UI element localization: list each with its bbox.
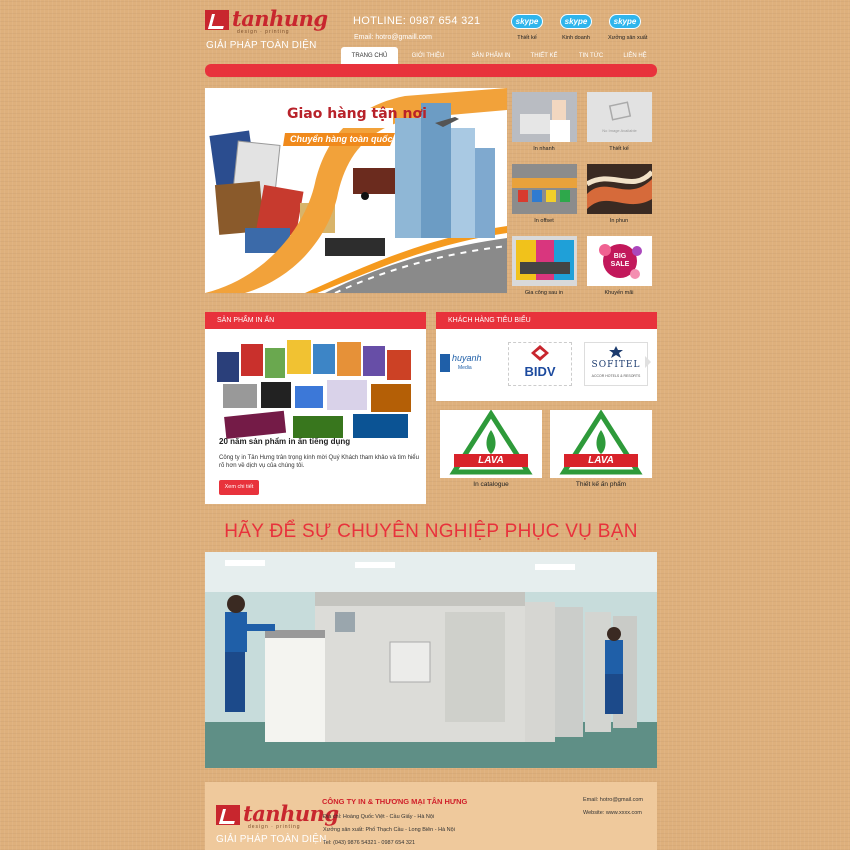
banner-headline: Giao hàng tận nơi	[287, 106, 427, 122]
logo-subtitle: design · printing	[237, 29, 290, 35]
footer-address: Địa chỉ: Hoàng Quốc Việt - Cầu Giấy - Hà…	[323, 814, 435, 820]
lava-logo-icon	[559, 409, 643, 475]
footer-email[interactable]: Email: hotro@gmail.com	[583, 797, 643, 803]
big-sale-text: BIG SALE	[610, 253, 630, 268]
printing-press-illustration	[205, 552, 657, 768]
slogan: GIẢI PHÁP TOÀN DIỆN	[206, 40, 317, 51]
skype-label: Kinh doanh	[562, 35, 590, 41]
logo-mark-icon	[205, 10, 229, 30]
skype-icon: skype	[609, 14, 641, 29]
skype-icon: skype	[511, 14, 543, 29]
factory-photo	[205, 552, 657, 768]
clients-next-arrow-icon[interactable]	[645, 356, 651, 368]
clients-heading: KHÁCH HÀNG TIÊU BIỂU	[436, 312, 657, 329]
footer-phone: Tel: (043) 9876 54321 - 0987 654 321	[323, 840, 416, 846]
nav-underbar	[205, 64, 657, 77]
offset-photo	[512, 164, 577, 214]
lava-logo-icon	[449, 409, 533, 475]
logo-wordmark: tanhung	[232, 6, 328, 31]
skype-icon: skype	[560, 14, 592, 29]
hotline: HOTLINE: 0987 654 321	[353, 15, 481, 27]
thumb-quick-print[interactable]	[512, 92, 577, 142]
thumb-design[interactable]: No Image Available	[587, 92, 652, 142]
clients-panel: KHÁCH HÀNG TIÊU BIỂU huyanh Media BIDV S…	[436, 312, 657, 401]
skype-contact-design[interactable]: skype Thiết kế	[510, 14, 544, 41]
banner-subline: Chuyển hàng toàn quốc	[290, 134, 393, 144]
logo-mark-icon	[216, 805, 240, 825]
nav-design[interactable]: THIẾT KẾ	[525, 47, 563, 65]
lava-card-design[interactable]: LAVA	[550, 409, 652, 478]
thumb-offset[interactable]	[512, 164, 577, 214]
huyanh-sub: Media	[458, 365, 472, 371]
thumb-label: Gia công sau in	[524, 290, 564, 296]
footer-website[interactable]: Website: www.xxxx.com	[583, 810, 642, 816]
huyanh-name: huyanh	[452, 353, 482, 363]
huyanh-mark-icon	[440, 354, 450, 372]
skype-label: Thiết kế	[517, 35, 537, 41]
products-photo	[213, 334, 418, 444]
thumb-label: In phun	[609, 218, 629, 224]
thumb-promotion[interactable]: BIG SALE	[587, 236, 652, 286]
nav-about[interactable]: GIỚI THIỆU	[403, 47, 453, 65]
products-panel: SẢN PHẨM IN ẤN 20 năm sản phẩm in ấn tiế…	[205, 312, 426, 504]
client-logo-sofitel[interactable]: SOFITEL ACCOR HOTELS & RESORTS	[584, 342, 648, 386]
header-email[interactable]: Email: hotro@gmaill.com	[354, 34, 432, 41]
lava-caption-catalogue[interactable]: In catalogue	[440, 481, 542, 488]
bidv-mark-icon	[531, 345, 549, 361]
sofitel-mark-icon	[609, 346, 623, 358]
main-nav: TRANG CHỦ GIỚI THIỆU SẢN PHẨM IN THIẾT K…	[341, 47, 657, 65]
tagline-headline: HÃY ĐỂ SỰ CHUYÊN NGHIỆP PHỤC VỤ BẠN	[224, 521, 638, 542]
thumb-label: In nhanh	[533, 146, 555, 152]
client-logo-bidv[interactable]: BIDV	[508, 342, 572, 386]
thumb-label: Khuyến mãi	[604, 290, 634, 296]
skype-contact-workshop[interactable]: skype Xưởng sản xuất	[608, 14, 648, 41]
skype-label: Xưởng sản xuất	[608, 35, 648, 41]
view-details-button[interactable]: Xem chi tiết	[219, 480, 259, 495]
products-description: Công ty in Tân Hưng trân trọng kính mời …	[219, 455, 419, 469]
footer-workshop: Xưởng sản xuất: Phố Thạch Cầu - Long Biê…	[323, 827, 455, 833]
quick-print-photo	[512, 92, 577, 142]
lava-caption-design[interactable]: Thiết kế ấn phẩm	[550, 481, 652, 488]
products-title[interactable]: 20 năm sản phẩm in ấn tiếng dụng	[219, 437, 350, 446]
nav-products[interactable]: SẢN PHẨM IN	[461, 47, 521, 65]
footer-logo[interactable]: tanhung design · printing	[216, 801, 339, 833]
bidv-name: BIDV	[524, 364, 556, 379]
lava-mark-text: LAVA	[478, 455, 504, 466]
no-image-text: No Image Available	[602, 128, 637, 133]
nav-home[interactable]: TRANG CHỦ	[341, 47, 398, 65]
client-logo-huyanh[interactable]: huyanh Media	[440, 350, 496, 376]
footer-company: CÔNG TY IN & THƯƠNG MẠI TÂN HƯNG	[322, 797, 468, 806]
lava-mark-text: LAVA	[588, 455, 614, 466]
products-heading: SẢN PHẨM IN ẤN	[205, 312, 426, 329]
inkjet-photo	[587, 164, 652, 214]
thumb-inkjet[interactable]	[587, 164, 652, 214]
thumb-label: In offset	[534, 218, 554, 224]
banner-slider[interactable]: Giao hàng tận nơi Chuyển hàng toàn quốc	[205, 88, 507, 293]
lava-card-catalogue[interactable]: LAVA	[440, 409, 542, 478]
image-placeholder-icon	[587, 92, 652, 142]
sofitel-name: SOFITEL	[591, 360, 641, 370]
skype-contact-sales[interactable]: skype Kinh doanh	[559, 14, 593, 41]
logo-subtitle: design · printing	[248, 824, 301, 830]
nav-contact[interactable]: LIÊN HỆ	[617, 47, 653, 65]
thumb-label: Thiết kế	[609, 146, 629, 152]
finishing-photo	[512, 236, 577, 286]
footer-slogan: GIẢI PHÁP TOÀN DIỆN	[216, 834, 327, 845]
nav-news[interactable]: TIN TỨC	[573, 47, 609, 65]
sofitel-sub: ACCOR HOTELS & RESORTS	[591, 374, 641, 378]
thumb-finishing[interactable]	[512, 236, 577, 286]
